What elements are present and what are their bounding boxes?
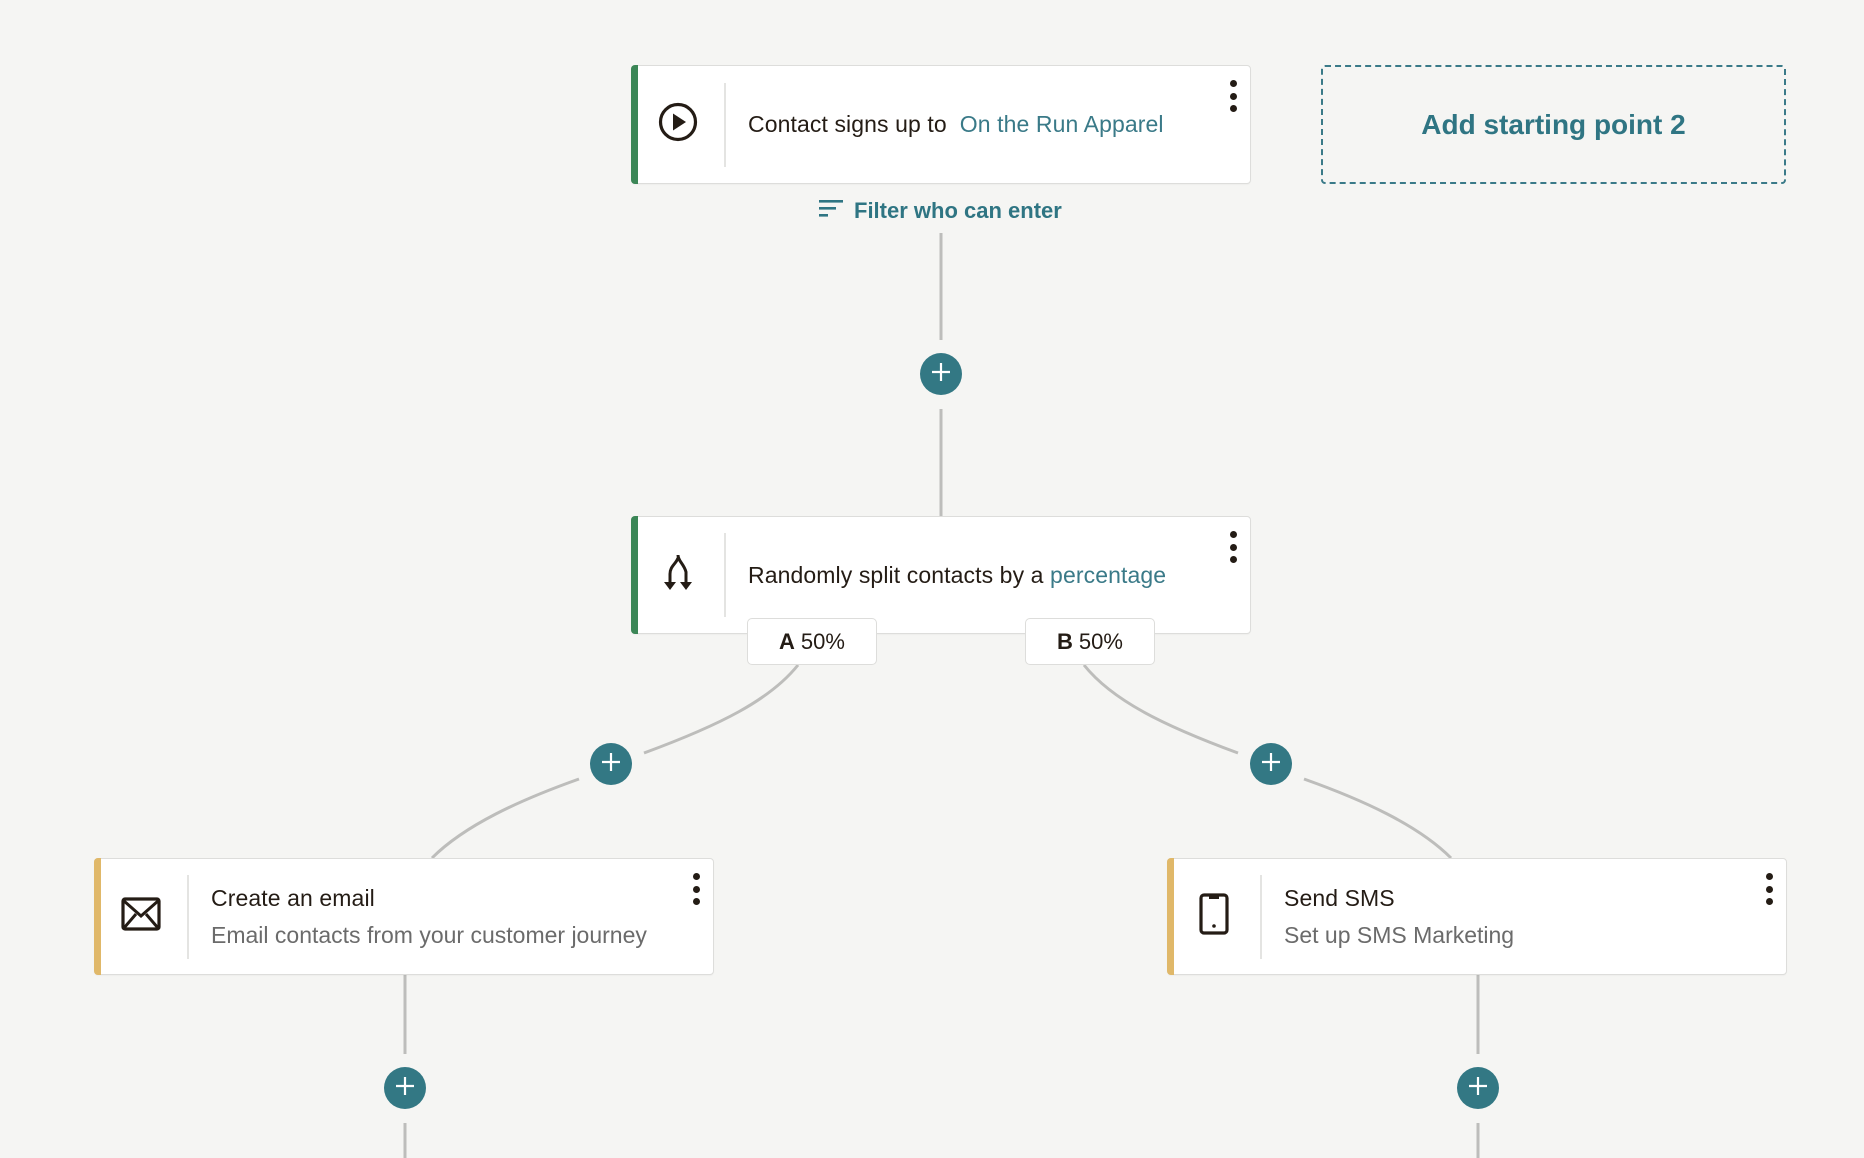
plus-icon bbox=[601, 752, 621, 777]
add-step-button-after-sms[interactable] bbox=[1457, 1067, 1499, 1109]
connector-branch-b-lower bbox=[1303, 777, 1453, 860]
add-step-button-after-email[interactable] bbox=[384, 1067, 426, 1109]
filter-lines-icon bbox=[818, 198, 844, 224]
audience-link[interactable]: On the Run Apparel bbox=[960, 111, 1164, 137]
connector-branch-a-lower bbox=[430, 777, 580, 860]
trigger-node[interactable]: Contact signs up to On the Run Apparel bbox=[631, 65, 1251, 184]
plus-icon bbox=[1261, 752, 1281, 777]
sms-action-node[interactable]: Send SMS Set up SMS Marketing bbox=[1167, 858, 1787, 975]
add-step-button[interactable] bbox=[920, 353, 962, 395]
branch-b-badge[interactable]: B 50% bbox=[1025, 618, 1155, 665]
trigger-prefix-text: Contact signs up to bbox=[748, 111, 947, 137]
plus-icon bbox=[395, 1076, 415, 1101]
split-prefix-text: Randomly split contacts by a bbox=[748, 561, 1044, 588]
add-starting-point-button[interactable]: Add starting point 2 bbox=[1321, 65, 1786, 184]
action-title: Create an email bbox=[211, 884, 375, 911]
more-vertical-icon[interactable] bbox=[1226, 80, 1240, 112]
filter-label: Filter who can enter bbox=[854, 198, 1062, 223]
email-action-node[interactable]: Create an email Email contacts from your… bbox=[94, 858, 714, 975]
action-subtitle: Set up SMS Marketing bbox=[1284, 921, 1515, 948]
plus-icon bbox=[1468, 1076, 1488, 1101]
branch-percent: 50% bbox=[800, 628, 845, 654]
add-step-button-branch-b[interactable] bbox=[1250, 743, 1292, 785]
add-starting-point-label: Add starting point 2 bbox=[1421, 108, 1686, 140]
split-node[interactable]: Randomly split contacts by a percentage bbox=[631, 516, 1251, 634]
branch-letter: A bbox=[779, 628, 795, 654]
branch-letter: B bbox=[1057, 628, 1073, 654]
percentage-link[interactable]: percentage bbox=[1050, 562, 1166, 588]
more-vertical-icon[interactable] bbox=[1762, 873, 1776, 905]
action-subtitle: Email contacts from your customer journe… bbox=[211, 921, 647, 948]
connector-branch-a-upper bbox=[643, 664, 800, 755]
action-title: Send SMS bbox=[1284, 884, 1395, 911]
filter-who-can-enter-link[interactable]: Filter who can enter bbox=[818, 198, 1062, 224]
branch-percent: 50% bbox=[1078, 628, 1123, 654]
connector-branch-b-upper bbox=[1082, 664, 1239, 755]
branch-a-badge[interactable]: A 50% bbox=[747, 618, 877, 665]
mobile-phone-icon bbox=[1199, 893, 1229, 940]
journey-canvas: Contact signs up to On the Run Apparel A… bbox=[0, 0, 1864, 1158]
plus-icon bbox=[931, 362, 951, 387]
play-circle-icon bbox=[657, 101, 699, 148]
more-vertical-icon[interactable] bbox=[689, 873, 703, 905]
add-step-button-branch-a[interactable] bbox=[590, 743, 632, 785]
split-arrows-icon bbox=[658, 552, 698, 599]
envelope-icon bbox=[121, 897, 161, 936]
more-vertical-icon[interactable] bbox=[1226, 531, 1240, 563]
